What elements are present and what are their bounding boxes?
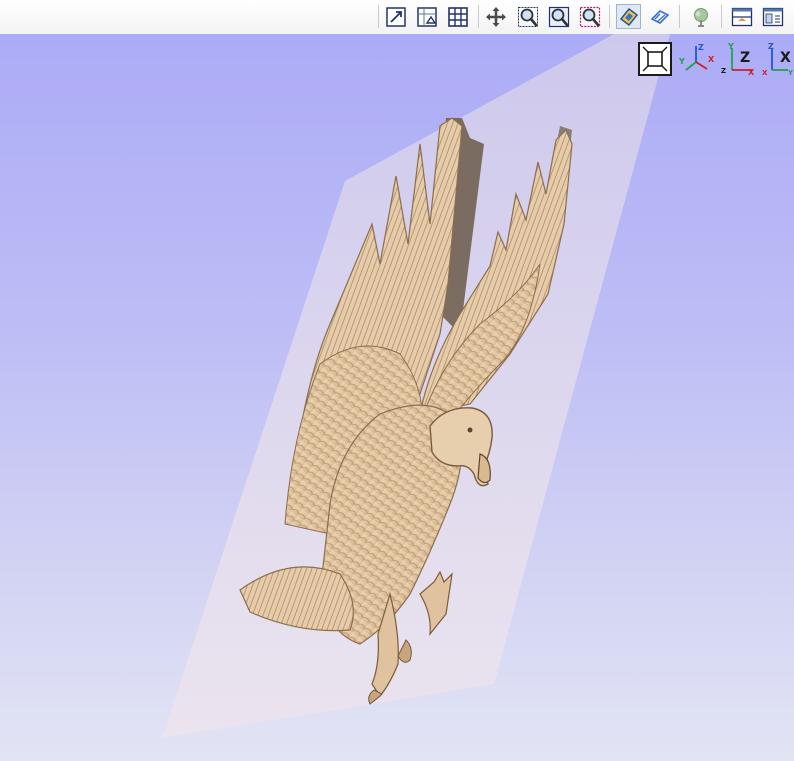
toolbar-separator (721, 5, 722, 28)
zoom-icon (517, 6, 538, 27)
zoom-selection-button[interactable] (577, 4, 602, 29)
layout-view-button[interactable] (760, 4, 785, 29)
fit-view-icon (642, 46, 668, 72)
axis-y-label: Y (727, 42, 734, 51)
toolbar-separator (478, 5, 479, 28)
model-tree-icon (693, 7, 708, 27)
scale-view-icon (416, 6, 437, 27)
axis-z-label: Z (721, 67, 726, 75)
top-view-button[interactable]: Y Z Z X (718, 42, 756, 76)
split-view-button[interactable] (729, 4, 754, 29)
grid-button[interactable] (445, 4, 470, 29)
axis-y-label: Y (787, 69, 794, 76)
toolbar-separator (679, 5, 680, 28)
layout-view-icon (762, 7, 783, 26)
iso-view-button[interactable]: Z Y X (678, 42, 716, 76)
axis-z-label: Z (698, 43, 704, 52)
render-material-icon (619, 7, 638, 26)
model-tree-button[interactable] (688, 4, 713, 29)
zoom-to-fit-button[interactable] (383, 4, 408, 29)
axis-y-label: Y (678, 57, 685, 66)
front-view-button[interactable]: Z X X Y (758, 42, 794, 76)
split-view-icon (731, 7, 752, 26)
toolpath-button[interactable] (647, 4, 672, 29)
axis-x-label: X (748, 68, 755, 76)
grid-icon (447, 6, 468, 27)
front-view-axes-icon: Z X X Y (762, 42, 794, 76)
iso-view-axes-icon: Z Y X (678, 43, 715, 71)
view-toolbar (0, 0, 794, 35)
top-view-axes-icon: Y Z Z X (721, 42, 755, 76)
toolbar-separator (378, 5, 379, 28)
zoom-selection-icon (579, 6, 600, 27)
pan-button[interactable] (483, 4, 508, 29)
toolpath-icon (650, 9, 669, 24)
zoom-button[interactable] (515, 4, 540, 29)
axis-x-large-label: X (780, 50, 791, 66)
axis-x-label: X (762, 69, 768, 76)
zoom-box-icon (548, 6, 569, 27)
3d-scene (162, 34, 670, 738)
render-material-button[interactable] (616, 4, 641, 29)
axis-z-label: Z (768, 42, 774, 51)
fit-view-button[interactable] (638, 42, 672, 76)
3d-view-window: Z Y X Y Z Z X Z X X Y (0, 0, 794, 761)
axis-x-label: X (708, 55, 715, 64)
toolbar-separator (609, 5, 610, 28)
axis-z-large-label: Z (740, 50, 750, 66)
zoom-to-fit-icon (385, 6, 406, 27)
pan-icon (485, 6, 506, 27)
scale-view-button[interactable] (414, 4, 439, 29)
3d-viewport[interactable]: Z Y X Y Z Z X Z X X Y (0, 34, 794, 761)
zoom-box-button[interactable] (546, 4, 571, 29)
